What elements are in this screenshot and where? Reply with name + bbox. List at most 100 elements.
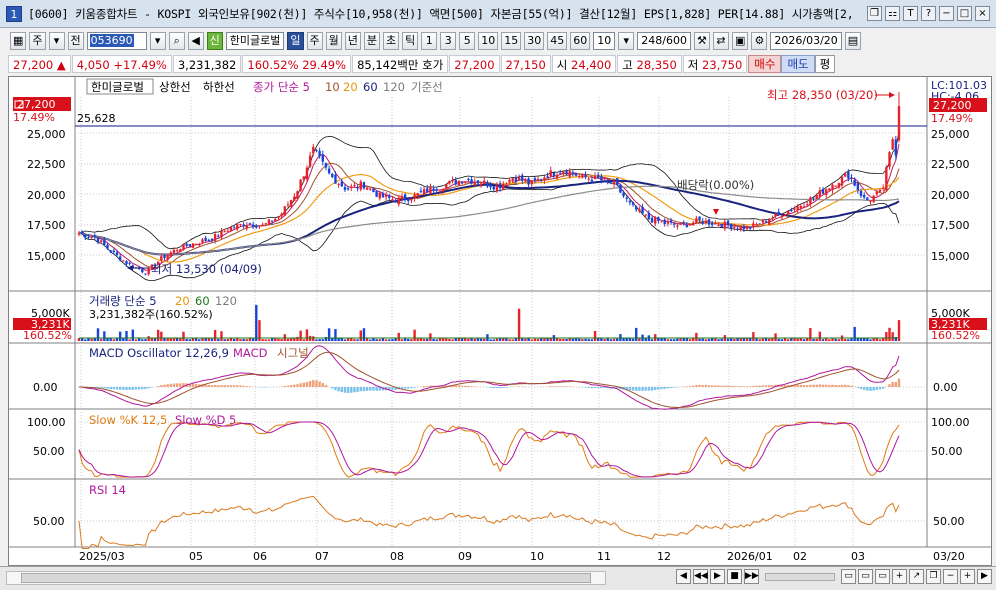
code-dropdown-icon[interactable]: ▾	[149, 32, 166, 50]
legend-ma120[interactable]: 120	[383, 80, 405, 94]
candle-body	[517, 177, 521, 181]
volume-bar	[885, 332, 888, 341]
legend-ma60[interactable]: 60	[363, 80, 378, 94]
mode-select-1-arrow-icon[interactable]: ▾	[48, 32, 65, 50]
calendar-icon[interactable]: ▤	[844, 32, 862, 50]
volume-bar	[407, 338, 410, 341]
volume-bar	[524, 338, 527, 341]
trendline-icon[interactable]: ↗	[909, 569, 924, 584]
macd-osc-bar	[742, 386, 746, 387]
chart-svg[interactable]: 한미글로벌 상한선 하한선 종가 단순 5 10 20 60 120 기준선 2…	[9, 77, 991, 565]
candle-body	[448, 181, 451, 184]
stop-icon[interactable]: ■	[727, 569, 742, 584]
candle-body	[473, 182, 476, 186]
restore-icon[interactable]: ❐	[867, 6, 882, 21]
interval-60[interactable]: 60	[570, 32, 591, 50]
macd-legend-oscillator[interactable]: MACD Oscillator 12,26,9	[89, 346, 229, 360]
average-button[interactable]: 평	[814, 55, 836, 73]
scroll-left-icon[interactable]: ◀	[676, 569, 691, 584]
stoch-legend-k[interactable]: Slow %K 12,5	[89, 413, 167, 427]
legend-lower[interactable]: 하한선	[203, 80, 235, 94]
link-icon[interactable]: ⚏	[885, 6, 900, 21]
chart-scrollbar[interactable]	[6, 571, 606, 585]
volume-bar	[356, 339, 359, 341]
sell-button[interactable]: 매도	[781, 55, 815, 73]
candle-body	[308, 155, 312, 167]
zoom-icon[interactable]: ⇄	[712, 32, 729, 50]
interval-1[interactable]: 1	[421, 32, 438, 50]
interval-10[interactable]: 10	[478, 32, 499, 50]
period-month[interactable]: 월	[325, 32, 342, 50]
legend-ma10[interactable]: 10	[325, 80, 340, 94]
fast-forward-icon[interactable]: ▶▶	[744, 569, 759, 584]
zoom-out-icon[interactable]: −	[943, 569, 958, 584]
interval-5[interactable]: 5	[459, 32, 476, 50]
interval-30[interactable]: 30	[524, 32, 545, 50]
volume-legend-ma20[interactable]: 20	[175, 294, 190, 308]
layout-3-icon[interactable]: ▭	[875, 569, 890, 584]
price-left-tick-17500: 17,500	[27, 219, 66, 232]
copy-icon[interactable]: ❐	[926, 569, 941, 584]
play-icon[interactable]: ▶	[710, 569, 725, 584]
mode-select-1[interactable]: 주	[29, 32, 46, 50]
candle-body	[498, 183, 502, 189]
chart-scrollbar-thumb[interactable]	[21, 573, 591, 583]
legend-upper[interactable]: 상한선	[159, 80, 191, 94]
interval-select[interactable]: 10	[593, 32, 616, 50]
period-year[interactable]: 년	[344, 32, 361, 50]
volume-bar	[809, 328, 812, 341]
layout-2-icon[interactable]: ▭	[858, 569, 873, 584]
candle-body	[90, 237, 93, 239]
date-field[interactable]: 2026/03/20	[770, 32, 842, 50]
help-icon[interactable]: ?	[921, 6, 936, 21]
volume-bar	[242, 338, 245, 341]
volume-bar	[761, 338, 765, 341]
volume-bar	[805, 338, 809, 341]
interval-45[interactable]: 45	[547, 32, 568, 50]
text-icon[interactable]: T	[903, 6, 918, 21]
period-week[interactable]: 주	[306, 32, 323, 50]
volume-legend[interactable]: 거래량 단순 5	[89, 294, 157, 308]
period-second[interactable]: 초	[383, 32, 400, 50]
mode-select-2[interactable]: 전	[67, 32, 84, 50]
period-minute[interactable]: 분	[363, 32, 381, 50]
crosshair-icon[interactable]: +	[892, 569, 907, 584]
scroll-right-icon[interactable]: ▶	[977, 569, 992, 584]
buy-button[interactable]: 매수	[748, 55, 782, 73]
chart-area[interactable]: 한미글로벌 상한선 하한선 종가 단순 5 10 20 60 120 기준선 2…	[8, 76, 992, 566]
interval-select-arrow-icon[interactable]: ▾	[618, 32, 635, 50]
period-day[interactable]: 일	[287, 32, 304, 50]
macd-legend-macd[interactable]: MACD	[233, 346, 268, 360]
minimize-icon[interactable]: −	[939, 6, 954, 21]
legend-ma5[interactable]: 종가 단순 5	[253, 80, 310, 94]
macd-osc-bar	[647, 387, 651, 391]
candle-body	[799, 206, 803, 209]
maximize-icon[interactable]: □	[957, 6, 972, 21]
period-tick[interactable]: 틱	[402, 32, 419, 50]
grid-icon[interactable]: ▦	[10, 32, 27, 50]
macd-osc-bar	[584, 387, 587, 388]
interval-3[interactable]: 3	[440, 32, 457, 50]
macd-legend-signal[interactable]: 시그널	[277, 346, 309, 360]
volume-legend-ma120[interactable]: 120	[215, 294, 237, 308]
macd-osc-bar	[730, 385, 733, 387]
zoom-in-icon[interactable]: +	[960, 569, 975, 584]
macd-osc-bar	[761, 385, 765, 387]
rewind-icon[interactable]: ◀◀	[693, 569, 708, 584]
save-icon[interactable]: ▣	[731, 32, 749, 50]
legend-name[interactable]: 한미글로벌	[91, 80, 144, 94]
close-icon[interactable]: ×	[975, 6, 990, 21]
stock-code-input[interactable]: 053690	[86, 32, 147, 50]
settings-icon[interactable]: ⚙	[751, 32, 768, 50]
legend-ma20[interactable]: 20	[343, 80, 358, 94]
legend-base[interactable]: 기준선	[411, 80, 443, 94]
tool-icon[interactable]: ⚒	[693, 32, 710, 50]
volume-legend-ma60[interactable]: 60	[195, 294, 210, 308]
rsi-legend[interactable]: RSI 14	[89, 483, 126, 497]
search-icon[interactable]: ⌕	[168, 32, 185, 50]
speed-slider[interactable]	[765, 572, 835, 581]
sound-icon[interactable]: ◀	[187, 32, 204, 50]
interval-15[interactable]: 15	[501, 32, 522, 50]
layout-1-icon[interactable]: ▭	[841, 569, 856, 584]
candle-body	[232, 227, 236, 229]
